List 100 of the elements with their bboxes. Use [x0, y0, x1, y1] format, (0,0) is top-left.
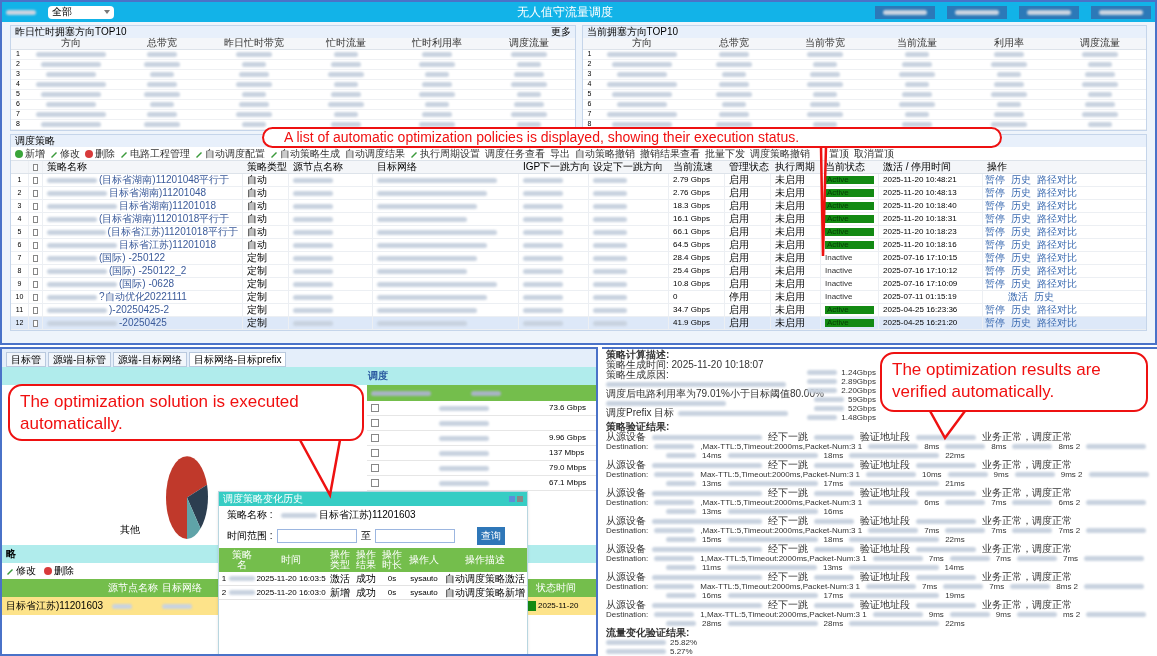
policy-name[interactable]: (国际) -0628 [119, 279, 174, 289]
action-link[interactable]: 激活 [1008, 292, 1028, 302]
action-link[interactable]: 路径对比 [1037, 214, 1077, 224]
action-link[interactable]: 路径对比 [1037, 266, 1077, 276]
action-link[interactable]: 历史 [1011, 240, 1031, 250]
column-header[interactable]: 策略类型 [243, 161, 289, 173]
policy-name[interactable]: (国际) -250122 [99, 253, 166, 263]
header-button[interactable] [1019, 5, 1079, 19]
action-link[interactable]: 暂停 [985, 253, 1005, 263]
column-header[interactable]: 调度流量 [482, 38, 575, 49]
toolbar-button[interactable]: 取消置顶 [854, 148, 894, 159]
column-header[interactable]: 目标网络 [373, 161, 519, 173]
column-header[interactable]: 方向 [25, 38, 117, 49]
policy-name[interactable]: 目标省湖南)11201048 [109, 188, 207, 198]
toolbar-button[interactable]: 批量下发 [705, 148, 745, 159]
policy-name[interactable]: (目标省湖南)11201018平行于 [99, 214, 230, 224]
toolbar-button[interactable]: 调度策略撤销 [750, 148, 810, 159]
action-link[interactable]: 暂停 [985, 240, 1005, 250]
action-link[interactable]: 路径对比 [1037, 175, 1077, 185]
tab[interactable]: 目标管 [6, 352, 46, 367]
toolbar-button[interactable]: 撤销结果查看 [640, 148, 700, 159]
checkbox[interactable] [33, 306, 38, 314]
checkbox[interactable] [33, 202, 38, 210]
action-link[interactable]: 路径对比 [1037, 318, 1077, 328]
column-header[interactable]: 利用率 [962, 38, 1055, 49]
tab[interactable]: 源端-目标网络 [113, 352, 187, 367]
action-link[interactable]: 暂停 [985, 188, 1005, 198]
action-link[interactable]: 路径对比 [1037, 279, 1077, 289]
toolbar-button[interactable]: 自动策略撤销 [575, 148, 635, 159]
policy-name[interactable]: (国际) -250122_2 [109, 266, 187, 276]
tab[interactable]: 目标网络-目标prefix [188, 352, 287, 367]
column-header[interactable]: 设定下一跳方向 [589, 161, 669, 173]
policy-name[interactable]: (目标省湖南)11201048平行于 [99, 175, 230, 185]
toolbar-button[interactable]: 删除 [44, 566, 74, 576]
action-link[interactable]: 历史 [1011, 253, 1031, 263]
date-field[interactable] [276, 529, 357, 543]
column-header[interactable]: 忙时流量 [299, 38, 392, 49]
column-header[interactable]: 源节点名称 [289, 161, 373, 173]
action-link[interactable]: 暂停 [985, 279, 1005, 289]
toolbar-button[interactable]: 删除 [85, 148, 115, 159]
column-header[interactable]: 当前流速 [669, 161, 725, 173]
column-header[interactable]: 激活 / 停用时间 [879, 161, 983, 173]
toolbar-button[interactable]: 电路工程管理 [120, 148, 190, 159]
tab[interactable]: 源端-目标管 [48, 352, 112, 367]
action-link[interactable]: 历史 [1011, 188, 1031, 198]
policy-name[interactable]: (目标省江苏)11201018平行于 [107, 227, 238, 237]
column-header[interactable]: 执行周期 [771, 161, 821, 173]
checkbox[interactable] [371, 434, 379, 442]
action-link[interactable]: 历史 [1011, 279, 1031, 289]
action-link[interactable]: 路径对比 [1037, 305, 1077, 315]
toolbar-button[interactable]: 执行周期设置 [410, 148, 480, 159]
column-header[interactable]: 方向 [596, 38, 689, 49]
date-field[interactable] [374, 529, 455, 543]
policy-name[interactable]: ?自动优化20221111 [99, 292, 187, 302]
toolbar-button[interactable]: 自动调度结果 [345, 148, 405, 159]
checkbox[interactable] [33, 241, 38, 249]
action-link[interactable]: 暂停 [985, 266, 1005, 276]
column-header[interactable]: 调度流量 [1054, 38, 1146, 49]
action-link[interactable]: 暂停 [985, 227, 1005, 237]
query-button[interactable]: 查询 [476, 527, 505, 545]
action-link[interactable]: 历史 [1011, 305, 1031, 315]
column-header[interactable]: 昨日忙时带宽 [208, 38, 300, 49]
action-link[interactable]: 路径对比 [1037, 240, 1077, 250]
column-header[interactable]: 总带宽 [116, 38, 209, 49]
checkbox[interactable] [33, 293, 38, 301]
column-header[interactable]: 总带宽 [688, 38, 780, 49]
checkbox[interactable] [371, 464, 379, 472]
checkbox[interactable] [371, 479, 379, 487]
policy-name[interactable]: 目标省江苏)11201018 [119, 240, 217, 250]
action-link[interactable]: 路径对比 [1037, 227, 1077, 237]
checkbox[interactable] [33, 319, 38, 327]
policy-name[interactable]: )-20250425-2 [109, 305, 170, 315]
checkbox[interactable] [33, 189, 38, 197]
action-link[interactable]: 路径对比 [1037, 253, 1077, 263]
action-link[interactable]: 暂停 [985, 318, 1005, 328]
action-link[interactable]: 暂停 [985, 201, 1005, 211]
toolbar-button[interactable]: 导出 [550, 148, 570, 159]
toolbar-button[interactable]: 修改 [50, 148, 80, 159]
action-link[interactable]: 历史 [1034, 292, 1054, 302]
toolbar-button[interactable]: 自动策略生成 [270, 148, 340, 159]
column-header[interactable]: 策略名称 [43, 161, 243, 173]
action-link[interactable]: 暂停 [985, 305, 1005, 315]
toolbar-button[interactable]: 置顶 [829, 148, 849, 159]
checkbox[interactable] [33, 254, 38, 262]
toolbar-button[interactable]: 自动调度配置 [195, 148, 265, 159]
column-header[interactable]: 当前带宽 [779, 38, 872, 49]
column-header[interactable]: 管理状态 [725, 161, 771, 173]
column-header[interactable]: 忙时利用率 [391, 38, 483, 49]
checkbox[interactable] [33, 280, 38, 288]
header-button[interactable] [875, 5, 935, 19]
action-link[interactable]: 历史 [1011, 266, 1031, 276]
action-link[interactable]: 历史 [1011, 201, 1031, 211]
checkbox[interactable] [371, 419, 379, 427]
toolbar-button[interactable]: 新增 [15, 148, 45, 159]
action-link[interactable]: 历史 [1011, 214, 1031, 224]
action-link[interactable]: 路径对比 [1037, 188, 1077, 198]
toolbar-button[interactable]: 调度任务查看 [485, 148, 545, 159]
column-header[interactable]: IGP下一跳方向 [519, 161, 589, 173]
checkbox[interactable] [33, 215, 38, 223]
action-link[interactable]: 历史 [1011, 227, 1031, 237]
